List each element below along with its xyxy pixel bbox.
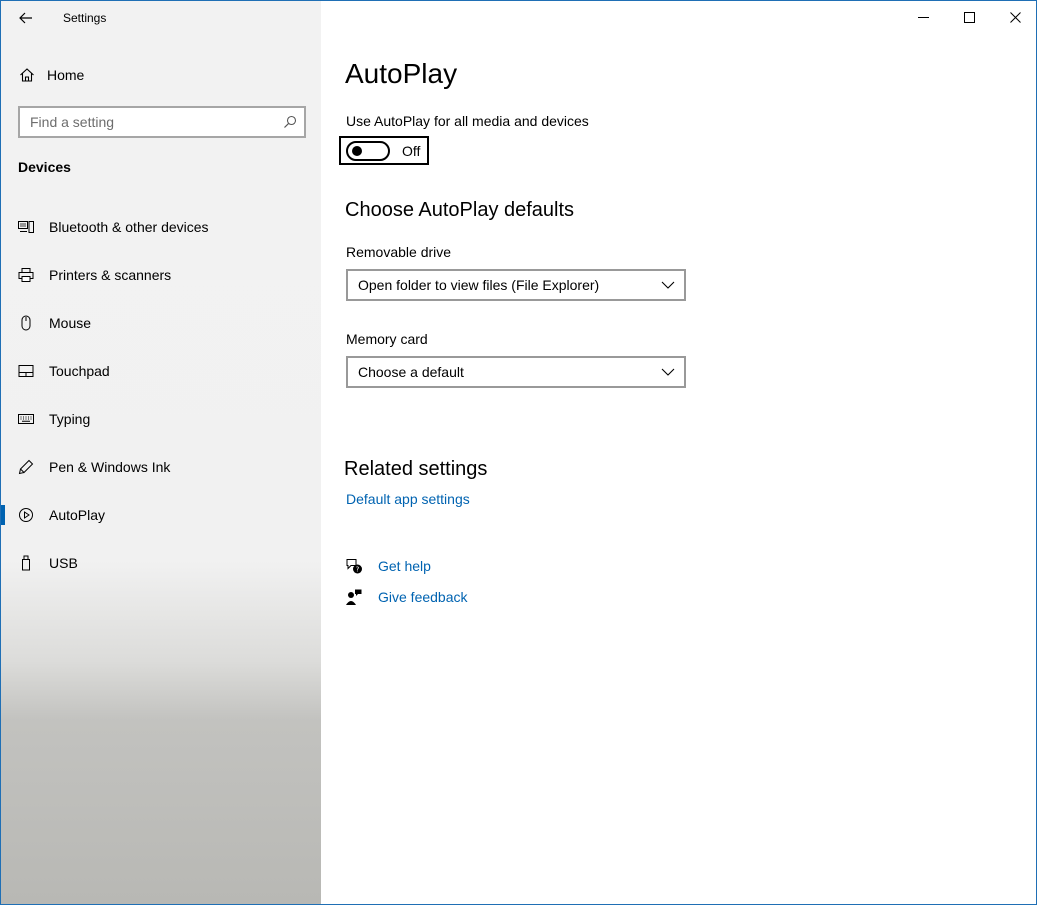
page-title: AutoPlay xyxy=(345,58,458,89)
home-icon xyxy=(20,68,34,82)
memory-card-label: Memory card xyxy=(346,331,428,347)
sidebar-item-label: Pen & Windows Ink xyxy=(49,459,171,475)
settings-window: Settings Home Devices xyxy=(0,0,1037,905)
get-help-icon: ? xyxy=(345,557,363,575)
sidebar-item-label: Touchpad xyxy=(49,363,110,379)
minimize-button[interactable] xyxy=(900,1,946,33)
bluetooth-devices-icon xyxy=(18,219,34,235)
active-indicator xyxy=(1,505,5,525)
sidebar-item-label: Printers & scanners xyxy=(49,267,172,283)
maximize-button[interactable] xyxy=(946,1,992,33)
removable-drive-select[interactable]: Open folder to view files (File Explorer… xyxy=(346,269,686,301)
app-title: Settings xyxy=(63,11,107,25)
sidebar-item-autoplay[interactable]: AutoPlay xyxy=(1,495,321,535)
mouse-icon xyxy=(18,315,34,331)
usb-icon xyxy=(18,555,34,571)
sidebar-item-label: Typing xyxy=(49,411,91,427)
search-input[interactable] xyxy=(20,108,276,136)
autoplay-toggle-label: Use AutoPlay for all media and devices xyxy=(346,113,589,129)
autoplay-toggle[interactable]: Off xyxy=(339,136,429,165)
get-help-link[interactable]: ? Get help xyxy=(345,555,431,577)
svg-text:?: ? xyxy=(356,566,360,574)
sidebar-item-label: AutoPlay xyxy=(49,507,106,523)
chevron-down-icon xyxy=(652,368,684,376)
give-feedback-icon xyxy=(345,588,363,606)
memory-card-select[interactable]: Choose a default xyxy=(346,356,686,388)
autoplay-icon xyxy=(18,507,34,523)
sidebar-item-home[interactable]: Home xyxy=(19,61,84,89)
pen-icon xyxy=(18,459,34,475)
touchpad-icon xyxy=(18,363,34,379)
removable-drive-value: Open folder to view files (File Explorer… xyxy=(358,277,600,293)
sidebar-item-touchpad[interactable]: Touchpad xyxy=(1,351,321,391)
give-feedback-label: Give feedback xyxy=(378,589,468,605)
sidebar-item-typing[interactable]: Typing xyxy=(1,399,321,439)
maximize-icon xyxy=(963,11,975,23)
sidebar-item-usb[interactable]: USB xyxy=(1,543,321,583)
back-arrow-icon xyxy=(19,12,32,24)
printer-icon xyxy=(18,267,34,283)
toggle-switch[interactable] xyxy=(346,140,390,161)
chevron-down-icon xyxy=(652,281,684,289)
sidebar-item-label: Bluetooth & other devices xyxy=(49,219,209,235)
search-icon[interactable] xyxy=(276,115,304,129)
removable-drive-label: Removable drive xyxy=(346,244,452,260)
main-content: AutoPlay Use AutoPlay for all media and … xyxy=(321,1,1036,904)
search-box[interactable] xyxy=(18,106,306,138)
toggle-state-text: Off xyxy=(402,142,421,159)
back-button[interactable] xyxy=(9,3,43,33)
get-help-label: Get help xyxy=(378,558,431,574)
close-icon xyxy=(1009,11,1021,23)
home-label: Home xyxy=(47,67,85,83)
sidebar-item-label: USB xyxy=(49,555,78,571)
sidebar-item-label: Mouse xyxy=(49,315,92,331)
sidebar-item-mouse[interactable]: Mouse xyxy=(1,303,321,343)
keyboard-icon xyxy=(18,411,34,427)
defaults-heading: Choose AutoPlay defaults xyxy=(345,199,575,221)
related-settings-heading: Related settings xyxy=(344,458,488,480)
section-heading-devices: Devices xyxy=(18,159,71,175)
sidebar-item-pen[interactable]: Pen & Windows Ink xyxy=(1,447,321,487)
memory-card-value: Choose a default xyxy=(358,364,464,380)
minimize-icon xyxy=(917,16,929,18)
close-button[interactable] xyxy=(992,1,1036,33)
toggle-knob xyxy=(352,145,362,156)
default-app-settings-link[interactable]: Default app settings xyxy=(346,491,470,507)
sidebar-item-printers[interactable]: Printers & scanners xyxy=(1,255,321,295)
sidebar-item-bluetooth[interactable]: Bluetooth & other devices xyxy=(1,207,321,247)
sidebar: Settings Home Devices xyxy=(1,1,321,904)
give-feedback-link[interactable]: Give feedback xyxy=(345,586,468,608)
